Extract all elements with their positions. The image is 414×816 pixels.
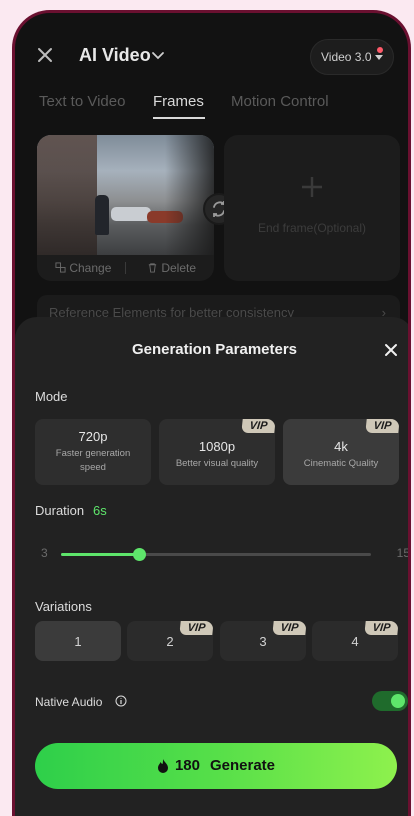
mode-option-720p[interactable]: 720p Faster generation speed (35, 419, 151, 485)
notification-dot (377, 47, 383, 53)
caret-down-icon (375, 55, 383, 60)
sheet-title: Generation Parameters (131, 341, 298, 358)
vip-badge: VIP (365, 419, 399, 433)
generate-button[interactable]: 180 Generate (35, 743, 397, 789)
duration-min: 3 (41, 546, 48, 560)
mode-title: 1080p (198, 439, 236, 454)
change-icon (55, 262, 66, 273)
duration-value: 6s (93, 503, 107, 518)
variations-label: Variations (35, 599, 92, 614)
info-icon[interactable] (115, 695, 127, 707)
variation-option-4[interactable]: VIP 4 (312, 621, 398, 661)
active-tab-indicator (153, 117, 205, 119)
vip-badge: VIP (241, 419, 275, 433)
flame-icon (157, 759, 168, 773)
chevron-down-icon[interactable] (150, 47, 166, 63)
tab-motion-control[interactable]: Motion Control (231, 93, 329, 110)
vip-badge: VIP (179, 621, 213, 635)
start-frame-card[interactable]: Change Delete (37, 135, 214, 281)
change-label: Change (69, 261, 112, 275)
phone-screen: AI Video Video 3.0 Text to Video Frames … (12, 10, 411, 816)
generation-parameters-sheet: Generation Parameters Mode 720p Faster g… (15, 317, 410, 816)
photo-car (111, 207, 151, 221)
delete-button[interactable]: Delete (147, 261, 196, 275)
native-audio-toggle[interactable] (372, 691, 408, 711)
duration-max: 15 (396, 546, 410, 560)
photo-building (37, 135, 97, 255)
app-title[interactable]: AI Video (79, 45, 151, 66)
mode-subtitle: Better visual quality (175, 458, 259, 469)
mode-label: Mode (35, 389, 68, 404)
slider-thumb[interactable] (132, 548, 146, 561)
variation-option-1[interactable]: 1 (35, 621, 121, 661)
change-button[interactable]: Change (55, 261, 111, 275)
mode-subtitle: Faster generation speed (55, 448, 131, 473)
mode-option-4k[interactable]: VIP 4k Cinematic Quality (283, 419, 399, 485)
close-sheet-icon[interactable] (380, 339, 402, 361)
variation-label: 3 (259, 634, 267, 649)
plus-icon (302, 177, 322, 197)
trash-icon (148, 263, 157, 273)
generate-cost: 180 (174, 757, 200, 774)
end-frame-label: End frame(Optional) (257, 221, 367, 235)
slider-fill (61, 553, 139, 556)
toggle-knob (391, 694, 405, 708)
model-selector[interactable]: Video 3.0 (310, 39, 394, 75)
close-icon[interactable] (35, 45, 59, 69)
mode-subtitle: Cinematic Quality (303, 458, 379, 469)
frame-actions: Change Delete (37, 255, 214, 281)
generate-label: Generate (209, 757, 276, 774)
variation-label: 1 (74, 634, 82, 649)
top-bar: AI Video Video 3.0 (15, 35, 408, 79)
variation-label: 4 (351, 634, 359, 649)
divider (125, 262, 126, 274)
mode-title: 720p (78, 429, 108, 444)
start-frame-image (37, 135, 214, 255)
end-frame-card[interactable]: End frame(Optional) (224, 135, 400, 281)
duration-label: Duration (35, 503, 85, 518)
photo-person (95, 195, 109, 235)
tab-text-to-video[interactable]: Text to Video (39, 93, 125, 110)
native-audio-label: Native Audio (35, 695, 103, 709)
vip-badge: VIP (272, 621, 306, 635)
variation-label: 2 (166, 634, 174, 649)
mode-option-1080p[interactable]: VIP 1080p Better visual quality (159, 419, 275, 485)
variation-option-2[interactable]: VIP 2 (127, 621, 213, 661)
duration-slider[interactable] (61, 548, 371, 561)
delete-label: Delete (161, 261, 197, 275)
model-label: Video 3.0 (321, 50, 372, 64)
tab-frames[interactable]: Frames (153, 93, 204, 110)
mode-title: 4k (334, 439, 348, 454)
vip-badge: VIP (364, 621, 398, 635)
variation-option-3[interactable]: VIP 3 (220, 621, 306, 661)
